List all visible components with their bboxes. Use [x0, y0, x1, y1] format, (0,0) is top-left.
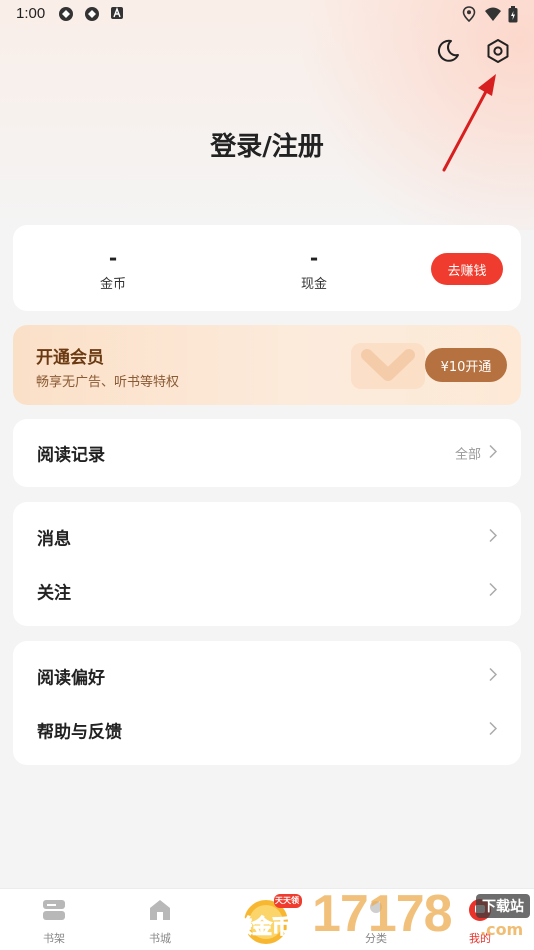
nav-bookshelf-label: 书架: [43, 932, 65, 945]
watermark-suffix: .com: [480, 920, 524, 939]
chevron-right-icon: [489, 582, 498, 601]
status-bar: 1:00: [0, 0, 534, 28]
vip-subscribe-button[interactable]: ¥10开通: [425, 348, 507, 382]
coins-stat[interactable]: - 金币: [53, 247, 173, 292]
reading-history-card: 阅读记录 全部: [13, 419, 521, 487]
chevron-right-icon: [489, 444, 498, 463]
cash-stat[interactable]: - 现金: [254, 247, 374, 292]
cash-label: 现金: [300, 277, 327, 292]
messages-row[interactable]: 消息: [13, 510, 521, 564]
bookstore-icon: [147, 900, 173, 926]
vip-subtitle: 畅享无广告、听书等特权: [36, 375, 180, 390]
gear-icon: [485, 38, 511, 68]
vip-banner[interactable]: 开通会员 畅享无广告、听书等特权 ¥10开通: [13, 325, 521, 405]
nav-bookshelf[interactable]: 书架: [24, 897, 84, 946]
moon-icon: [435, 38, 461, 68]
location-icon: [462, 6, 478, 23]
help-feedback-row[interactable]: 帮助与反馈: [13, 703, 521, 757]
watermark-tag: 下载站: [476, 894, 530, 918]
following-label: 关注: [37, 583, 71, 604]
battery-icon: [508, 6, 524, 23]
earn-money-button[interactable]: 去赚钱: [431, 253, 503, 285]
reading-history-all: 全部: [454, 447, 481, 463]
cash-value: -: [309, 246, 319, 270]
chevron-right-icon: [489, 667, 498, 686]
font-notification-icon: [110, 6, 126, 22]
app-notification-icon: [58, 6, 74, 22]
wifi-icon: [484, 6, 501, 22]
following-row[interactable]: 关注: [13, 564, 521, 618]
site-watermark: 17178 下载站 .com: [308, 884, 534, 950]
chevron-right-icon: [489, 528, 498, 547]
earn-coins-tag: 天天领: [275, 896, 299, 905]
coins-value: -: [108, 246, 118, 270]
watermark-number: 17178: [312, 885, 453, 943]
reading-preferences-label: 阅读偏好: [37, 668, 105, 689]
help-feedback-label: 帮助与反馈: [37, 722, 122, 743]
settings-button[interactable]: [482, 37, 514, 69]
reading-preferences-row[interactable]: 阅读偏好: [13, 649, 521, 703]
reading-history-label: 阅读记录: [37, 445, 105, 466]
coins-label: 金币: [99, 277, 126, 292]
bookshelf-icon: [41, 900, 67, 926]
messages-label: 消息: [37, 529, 71, 550]
app-notification-icon: [84, 6, 100, 22]
dark-mode-button[interactable]: [432, 37, 464, 69]
reading-history-row[interactable]: 阅读记录 全部: [13, 426, 521, 480]
login-register-link[interactable]: 登录/注册: [0, 126, 534, 163]
vip-chevron-decoration: [351, 343, 425, 389]
earn-coins-label: 赚金币: [232, 914, 293, 939]
menu-group-preferences: 阅读偏好 帮助与反馈: [13, 641, 521, 765]
nav-bookstore[interactable]: 书城: [130, 897, 190, 946]
nav-earn-coins[interactable]: 天天领 赚金币: [228, 892, 304, 944]
status-time: 1:00: [16, 5, 46, 22]
menu-group-messages: 消息 关注: [13, 502, 521, 626]
wallet-card: - 金币 - 现金 去赚钱: [13, 225, 521, 311]
chevron-right-icon: [489, 721, 498, 740]
nav-bookstore-label: 书城: [149, 932, 171, 945]
vip-title: 开通会员: [36, 348, 104, 368]
